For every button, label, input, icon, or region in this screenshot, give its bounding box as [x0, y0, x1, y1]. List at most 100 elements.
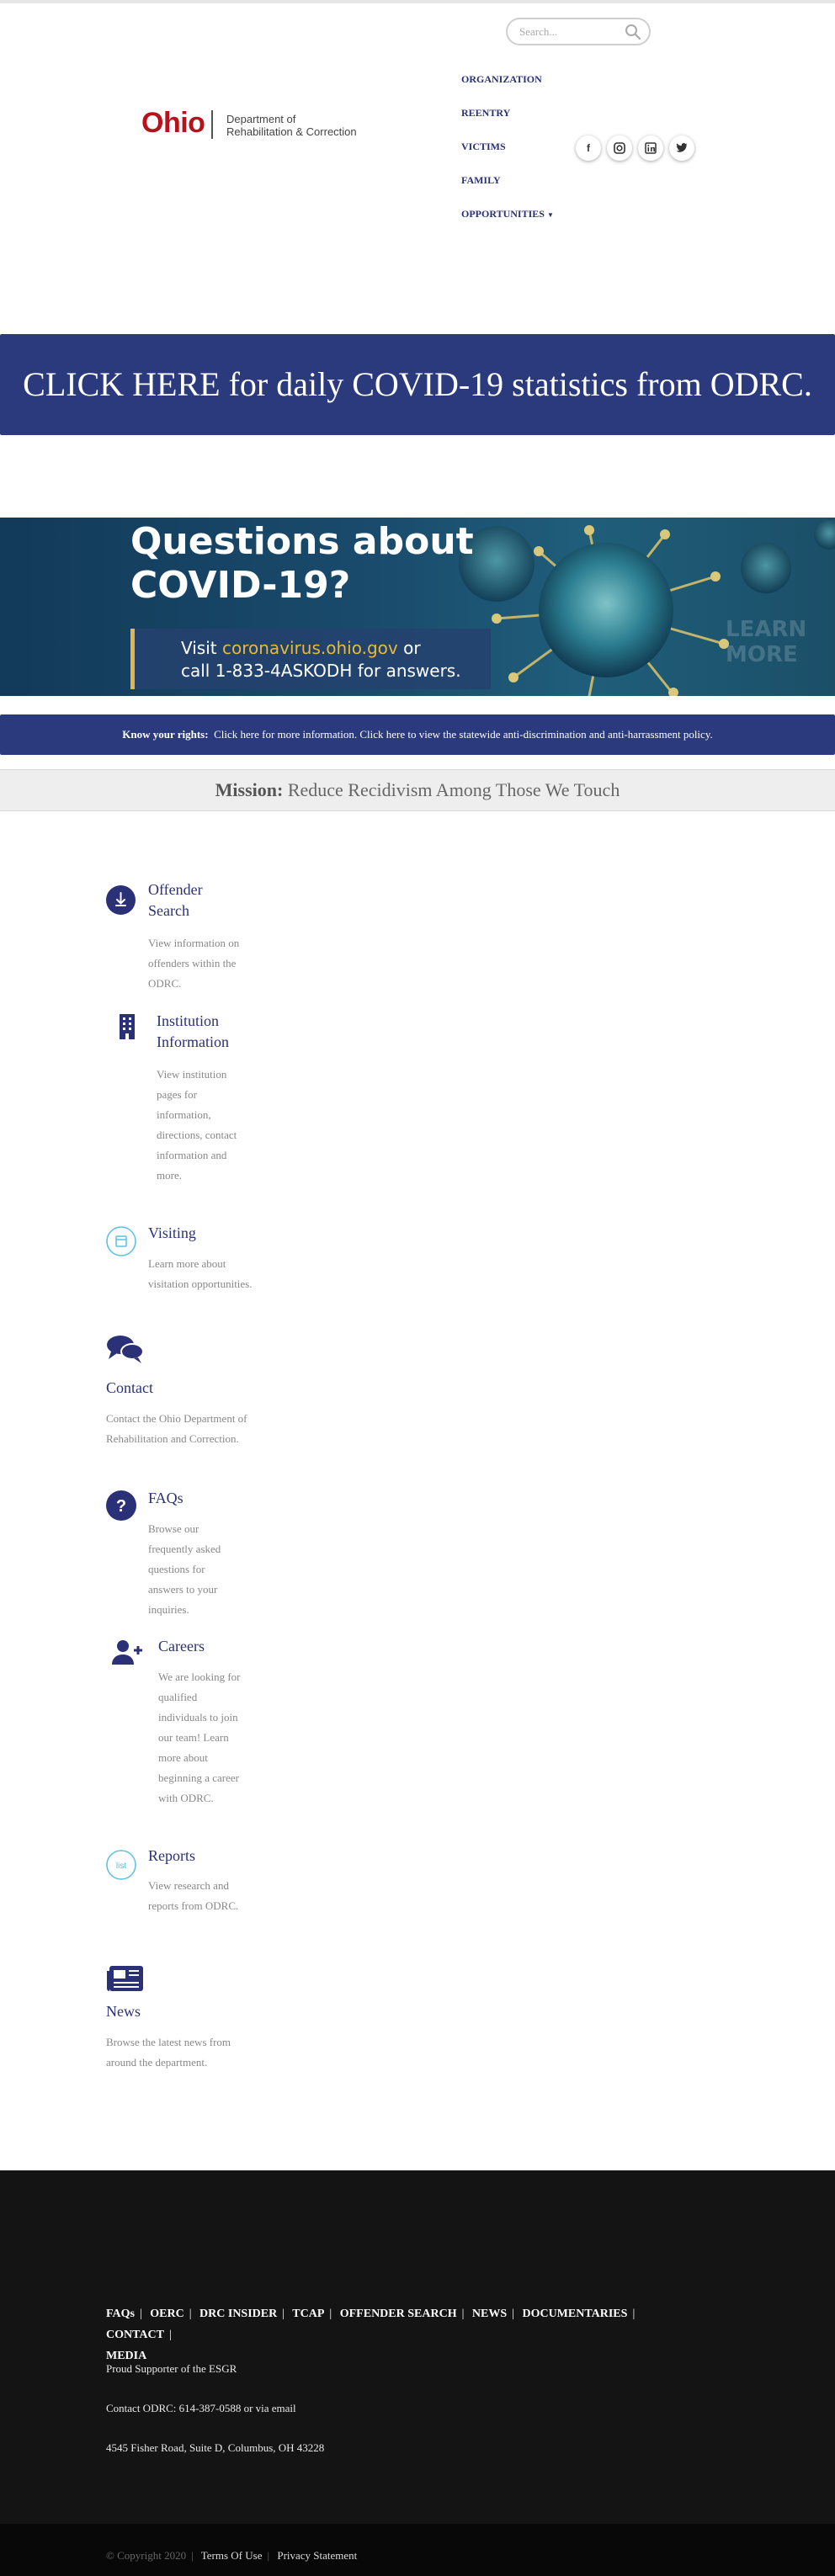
nav-victims[interactable]: VICTIMS — [461, 140, 554, 173]
copyright-line: © Copyright 2020 | Terms Of Use | Privacy … — [106, 2549, 357, 2563]
search-icon[interactable] — [625, 24, 641, 40]
chat-bubbles-icon — [107, 1336, 144, 1363]
logo-wordmark: Ohio — [141, 107, 205, 139]
footer-separator: | — [461, 2308, 465, 2320]
mission-label: Mission: — [215, 779, 284, 800]
footer-links: FAQs | OERC | DRC INSIDER | TCAP | OFFENDER … — [106, 2303, 712, 2366]
footer-separator: | — [632, 2308, 636, 2320]
card-title[interactable]: Offender Search — [148, 879, 232, 922]
covid-url: coronavirus.ohio.gov — [221, 638, 398, 658]
footer-separator: | — [282, 2308, 285, 2320]
know-your-rights-banner[interactable]: Know your rights: Click here for more in… — [0, 714, 835, 755]
footer-separator: | — [139, 2308, 142, 2320]
footer-link-faqs[interactable]: FAQs — [106, 2308, 135, 2320]
list-icon: list — [106, 1850, 136, 1880]
contact-text[interactable]: Contact ODRC: 614-387-0588 or via email — [106, 2402, 296, 2415]
newspaper-icon — [107, 1966, 143, 1991]
covid-stats-banner[interactable]: CLICK HERE for daily COVID-19 statistics… — [0, 334, 835, 435]
covid-headline-line2: COVID-19? — [130, 564, 351, 607]
ohio-logo[interactable]: Ohio Department of Rehabilitation & Corr… — [141, 107, 386, 144]
card-description: Browse our frequently asked questions fo… — [148, 1522, 221, 1616]
mission-bar: Mission: Reduce Recidivism Among Those W… — [0, 769, 835, 811]
footer-link-drc-insider[interactable]: DRC INSIDER — [199, 2308, 277, 2320]
card-description: We are looking for qualified individuals… — [158, 1670, 241, 1804]
nav-reentry[interactable]: REENTRY — [461, 106, 554, 140]
linkedin-icon[interactable] — [638, 135, 663, 161]
footer-separator: | — [329, 2308, 332, 2320]
rights-text-block: Know your rights: Click here for more in… — [122, 728, 712, 741]
privacy-link[interactable]: Privacy Statement — [277, 2549, 357, 2562]
copyright-bar: © Copyright 2020 | Terms Of Use | Privacy … — [0, 2524, 835, 2576]
card-title[interactable]: News — [106, 2001, 232, 2022]
covid-headline-line1: Questions about — [130, 520, 474, 563]
logo-divider — [211, 110, 213, 139]
bottom-separator: | — [191, 2549, 194, 2562]
covid-visit-text: Visit — [181, 638, 217, 658]
footer-link-tcap[interactable]: TCAP — [292, 2308, 324, 2320]
covid-or-text: or — [403, 638, 421, 658]
card-visiting[interactable]: Visiting Learn more about visitation opp… — [106, 1221, 266, 1314]
footer-link-media[interactable]: MEDIA — [106, 2350, 146, 2362]
card-description: View research and reports from ODRC. — [148, 1879, 239, 1912]
facebook-icon[interactable]: f — [576, 135, 601, 161]
footer-separator: | — [512, 2308, 514, 2320]
card-institution-information[interactable]: Institution Information View institution… — [106, 1009, 266, 1203]
footer-link-contact[interactable]: CONTACT — [106, 2329, 164, 2341]
logo-dept-line1: Department of — [226, 113, 296, 125]
caret-down-icon: ▼ — [546, 211, 554, 219]
logo-dept-line2: Rehabilitation & Correction — [226, 125, 357, 138]
footer-link-offender-search[interactable]: OFFENDER SEARCH — [340, 2308, 457, 2320]
twitter-icon[interactable] — [669, 135, 694, 161]
search-input[interactable] — [519, 25, 620, 39]
handcuffs-icon — [106, 885, 136, 915]
card-title[interactable]: Contact — [106, 1378, 232, 1399]
building-icon — [120, 1014, 135, 1039]
card-title[interactable]: Visiting — [148, 1223, 249, 1244]
nav-organization[interactable]: ORGANIZATION — [461, 72, 554, 106]
card-news[interactable]: News Browse the latest news from around … — [106, 1961, 266, 2095]
rights-text[interactable]: Click here for more information. Click h… — [214, 728, 713, 741]
address-text: 4545 Fisher Road, Suite D, Columbus, OH … — [106, 2441, 325, 2454]
logo-department: Department of Rehabilitation & Correctio… — [226, 113, 357, 138]
footer-link-news[interactable]: NEWS — [472, 2308, 507, 2320]
footer-link-documentaries[interactable]: DOCUMENTARIES — [522, 2308, 627, 2320]
copyright-text: © Copyright 2020 — [106, 2549, 187, 2562]
add-user-icon — [112, 1640, 142, 1665]
site-footer: FAQs | OERC | DRC INSIDER | TCAP | OFFENDER … — [0, 2170, 835, 2524]
terms-link[interactable]: Terms Of Use — [201, 2549, 263, 2562]
covid-stats-link[interactable]: CLICK HERE for daily COVID-19 statistics… — [23, 365, 812, 404]
top-border — [0, 0, 835, 3]
nav-opportunities-label: OPPORTUNITIES — [461, 208, 545, 220]
svg-text:?: ? — [116, 1497, 126, 1516]
card-description: Contact the Ohio Department of Rehabilit… — [106, 1412, 247, 1445]
card-description: Learn more about visitation opportunitie… — [148, 1257, 253, 1290]
covid-headline: Questions about COVID-19? — [130, 520, 474, 608]
nav-opportunities[interactable]: OPPORTUNITIES ▼ — [461, 207, 554, 241]
card-title[interactable]: Careers — [158, 1636, 251, 1657]
mission-text: Reduce Recidivism Among Those We Touch — [287, 779, 620, 800]
card-title[interactable]: Reports — [148, 1846, 249, 1867]
card-careers[interactable]: Careers We are looking for qualified ind… — [106, 1634, 266, 1828]
card-title[interactable]: Institution Information — [157, 1011, 249, 1053]
card-contact[interactable]: Contact Contact the Ohio Department of R… — [106, 1334, 266, 1469]
learn-more-watermark: LEARN MORE — [726, 617, 807, 667]
footer-link-oerc[interactable]: OERC — [150, 2308, 183, 2320]
card-title[interactable]: FAQs — [148, 1488, 249, 1509]
card-reports[interactable]: list Reports View research and reports f… — [106, 1844, 266, 1945]
svg-text:list: list — [116, 1862, 126, 1871]
card-description: View information on offenders within the… — [148, 937, 240, 990]
covid-info-image[interactable]: Questions about COVID-19? Visit coronavi… — [0, 518, 835, 696]
esgr-text: Proud Supporter of the ESGR — [106, 2362, 237, 2375]
instagram-icon[interactable] — [607, 135, 632, 161]
nav-family[interactable]: FAMILY — [461, 173, 554, 207]
calendar-icon — [106, 1226, 136, 1256]
footer-separator: | — [168, 2329, 172, 2341]
mission-statement: Mission: Reduce Recidivism Among Those W… — [215, 779, 620, 801]
rights-label: Know your rights: — [122, 728, 209, 741]
card-offender-search[interactable]: Offender Search View information on offe… — [106, 878, 266, 996]
card-faqs[interactable]: ? FAQs Browse our frequently asked quest… — [106, 1486, 266, 1621]
footer-separator: | — [189, 2308, 192, 2320]
covid-callout: Visit coronavirus.ohio.gov or call 1-833… — [130, 629, 491, 689]
search-box[interactable] — [506, 18, 651, 45]
covid-call-text: call 1-833-4ASKODH for answers. — [181, 661, 461, 681]
